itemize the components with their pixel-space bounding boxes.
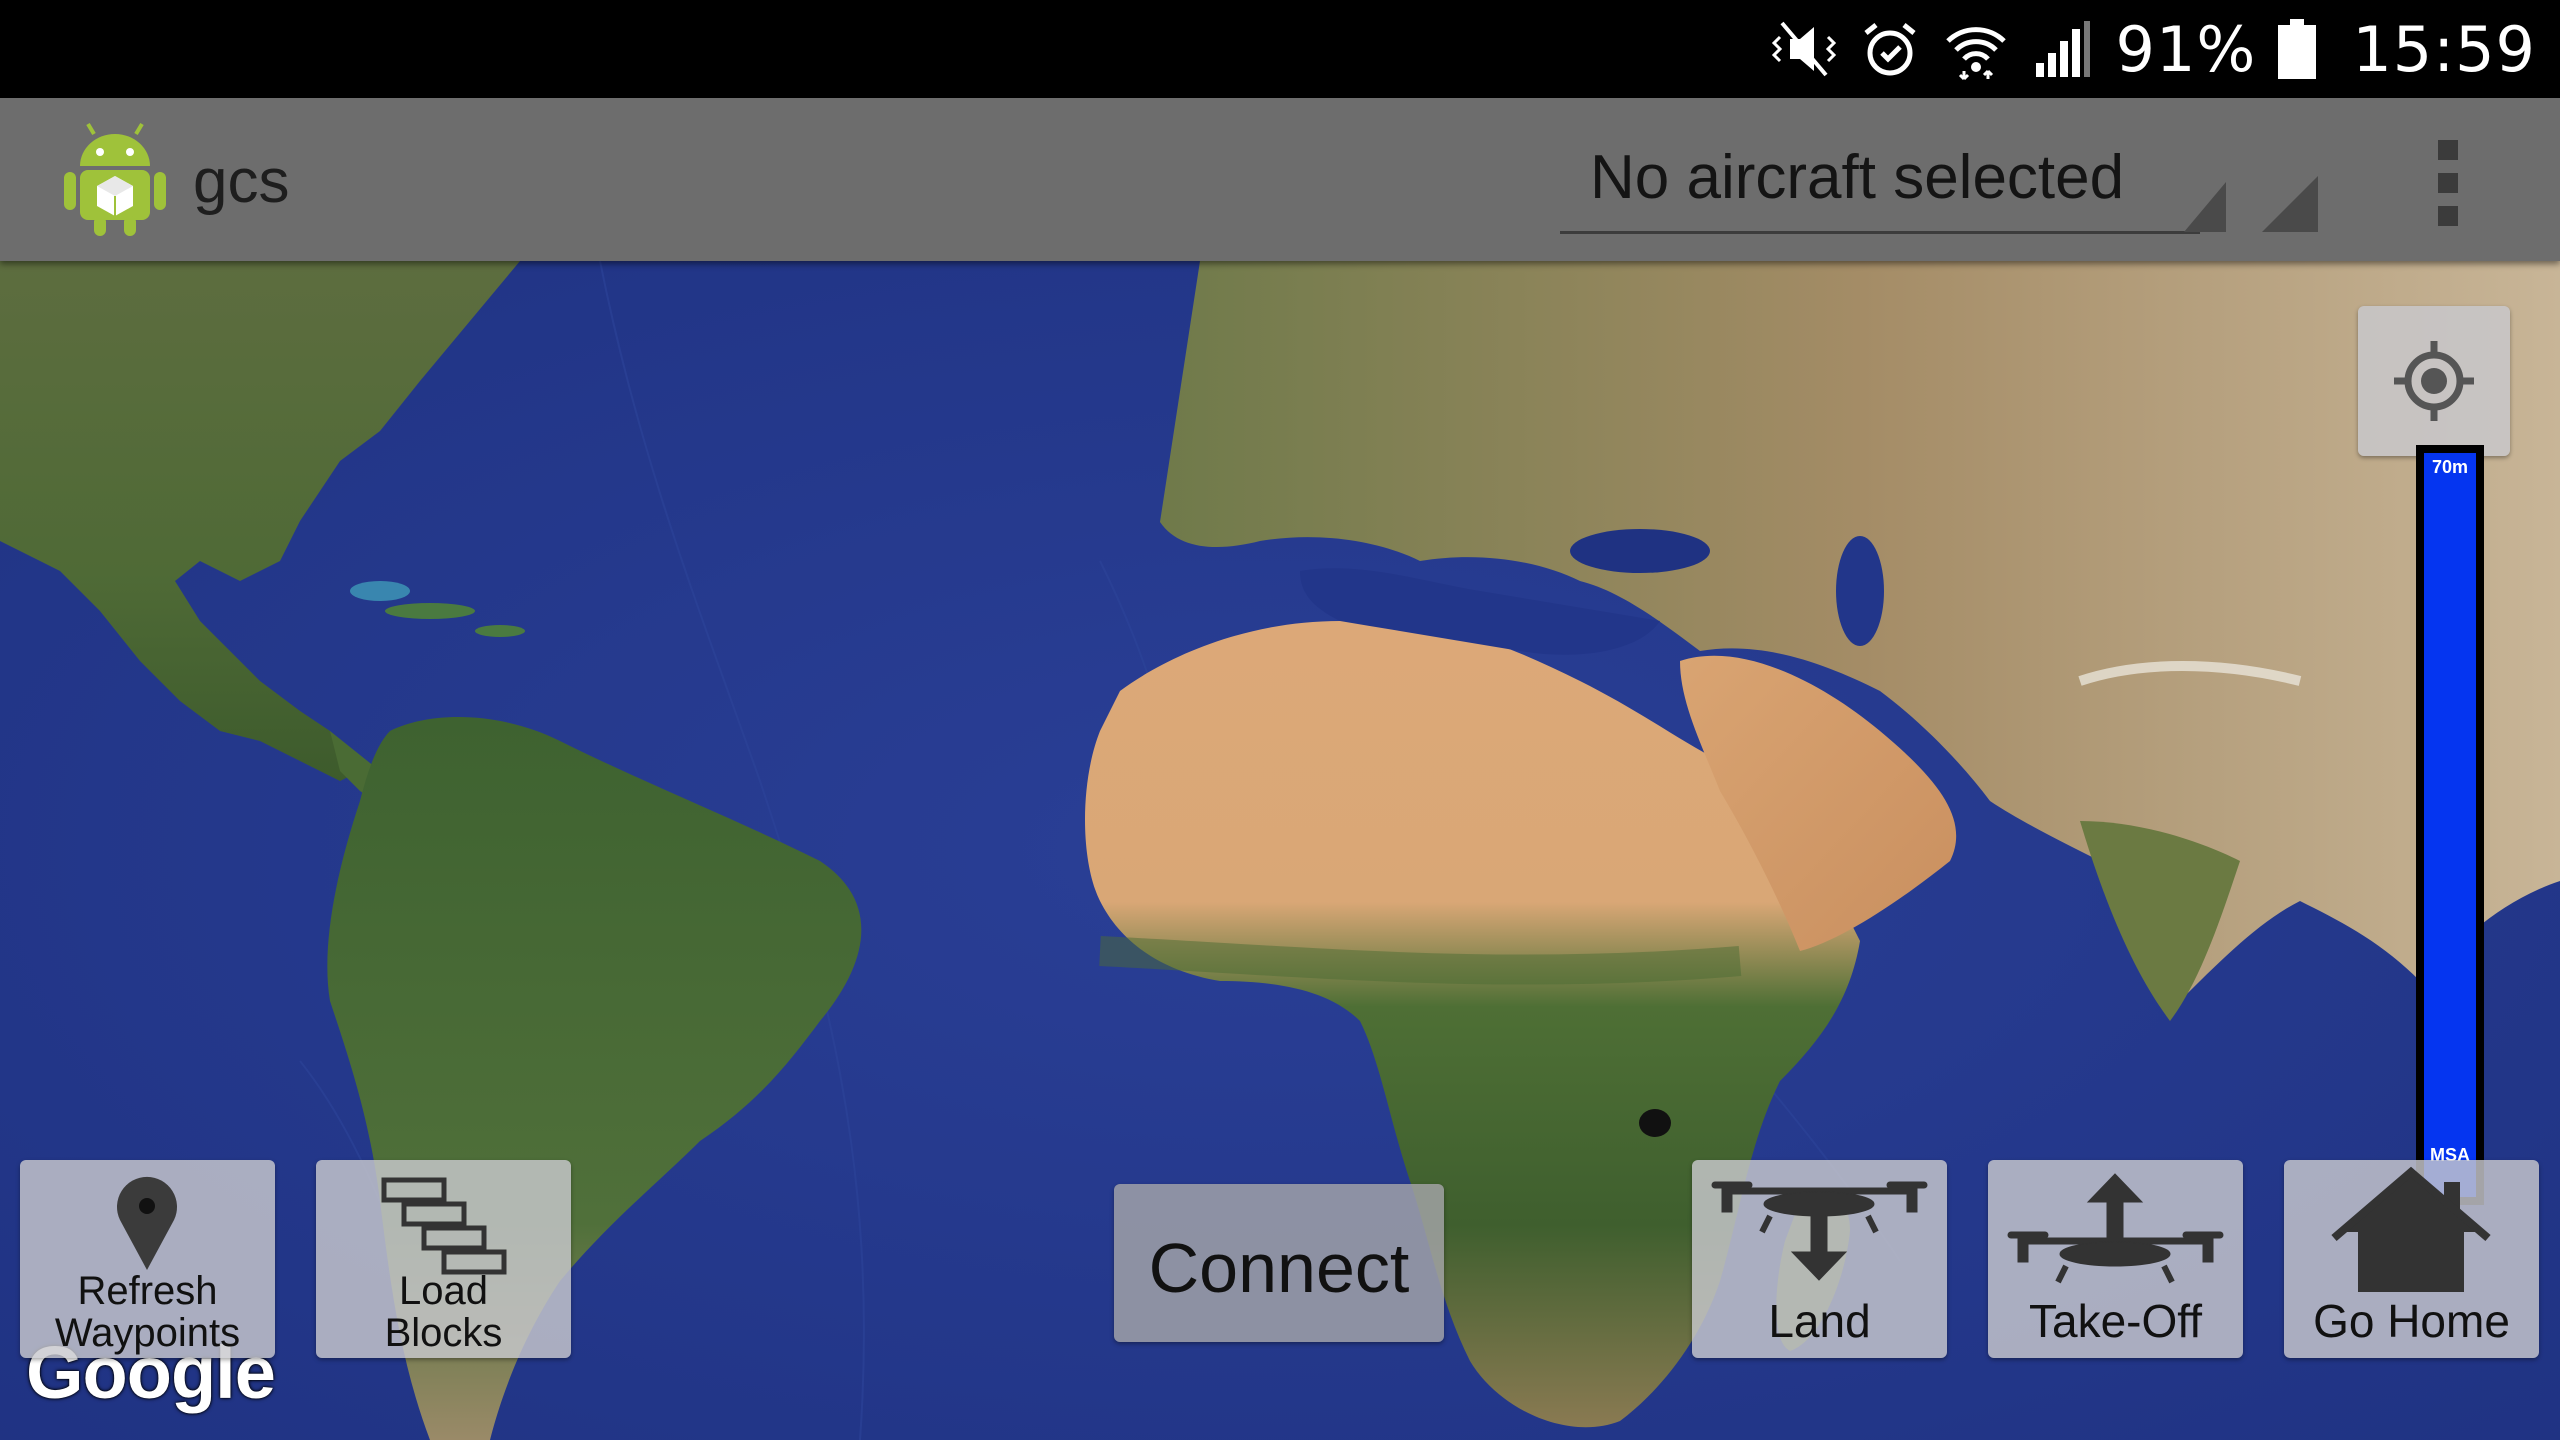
status-bar: 91% 15:59 (0, 0, 2560, 98)
alarm-icon (1858, 17, 1922, 81)
connect-button[interactable]: Connect (1114, 1184, 1444, 1342)
clock-time: 15:59 (2352, 12, 2536, 86)
land-label: Land (1768, 1295, 1871, 1347)
altitude-bar: 70m MSA (2416, 445, 2484, 1205)
wifi-icon (1944, 17, 2008, 81)
dropdown-arrow-icon[interactable] (2184, 182, 2226, 232)
altitude-fill (2424, 453, 2476, 1197)
dropdown-underline (1560, 231, 2200, 234)
land-button[interactable]: Land (1692, 1160, 1947, 1358)
cell-signal-icon (2030, 17, 2094, 81)
battery-percent: 91% (2115, 12, 2257, 86)
refresh-waypoints-button[interactable]: Refresh Waypoints (20, 1160, 275, 1358)
connect-label: Connect (1148, 1229, 1410, 1307)
android-robot-icon[interactable] (60, 120, 170, 238)
altitude-top-label: 70m (2431, 457, 2469, 477)
overflow-menu-icon[interactable] (2418, 138, 2478, 228)
aircraft-selector-dropdown[interactable]: No aircraft selected (1560, 132, 2200, 234)
load-blocks-label-line2: Blocks (384, 1311, 503, 1355)
mute-vibrate-icon (1771, 17, 1836, 81)
refresh-waypoints-label-line2: Waypoints (54, 1311, 241, 1355)
takeoff-label: Take-Off (2029, 1295, 2202, 1347)
go-home-button[interactable]: Go Home (2284, 1160, 2539, 1358)
load-blocks-button[interactable]: Load Blocks (316, 1160, 571, 1358)
my-location-button[interactable] (2358, 306, 2510, 456)
refresh-waypoints-label-line1: Refresh (77, 1269, 218, 1313)
action-bar: gcs No aircraft selected (0, 98, 2560, 261)
battery-icon (2278, 19, 2317, 79)
dropdown-arrow-icon[interactable] (2262, 176, 2318, 232)
go-home-label: Go Home (2313, 1295, 2510, 1347)
load-blocks-label-line1: Load (399, 1269, 488, 1313)
aircraft-selector-label: No aircraft selected (1590, 143, 2125, 212)
takeoff-button[interactable]: Take-Off (1988, 1160, 2243, 1358)
crosshair-icon (2394, 341, 2474, 421)
app-title: gcs (193, 147, 290, 216)
